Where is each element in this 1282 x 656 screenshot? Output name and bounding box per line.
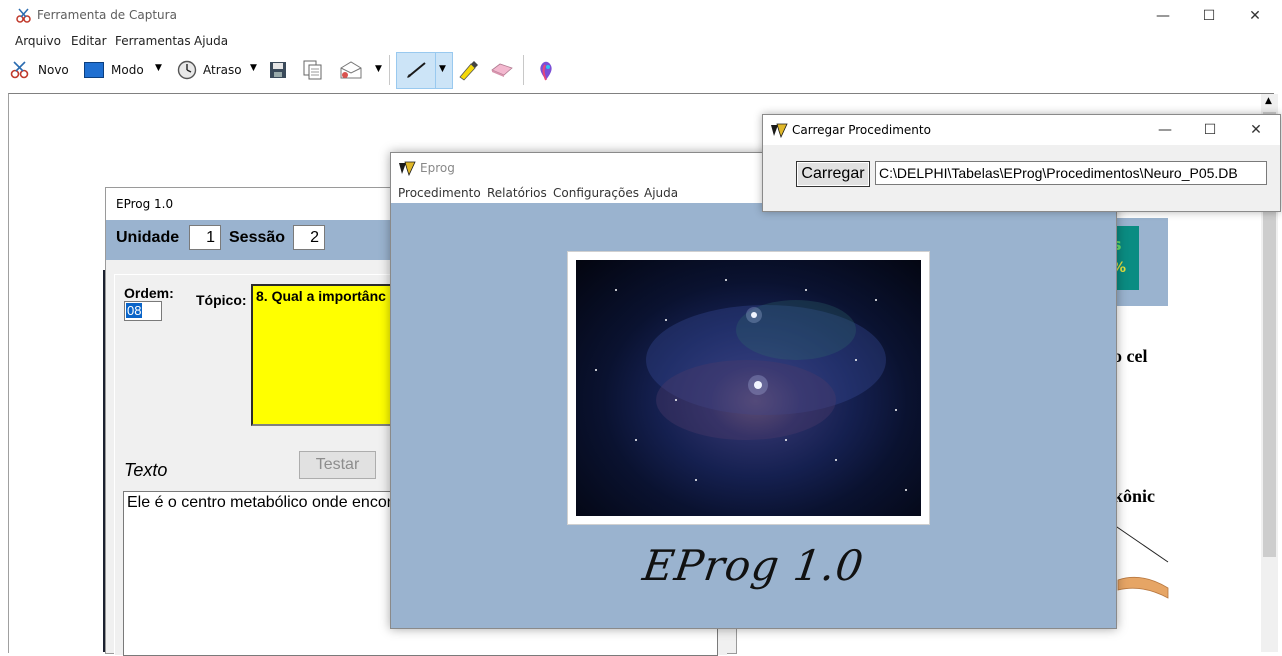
eprog-splash-window: Eprog Procedimento Relatórios Configuraç… bbox=[390, 152, 1117, 629]
minimize-button[interactable]: — bbox=[1142, 115, 1188, 145]
snipping-tool-titlebar: Ferramenta de Captura — ☐ ✕ bbox=[0, 0, 1282, 31]
window-title: Ferramenta de Captura bbox=[37, 8, 177, 22]
ordem-value: 08 bbox=[126, 303, 143, 318]
split-divider bbox=[435, 53, 436, 88]
paint3d-icon[interactable] bbox=[537, 60, 555, 82]
unidade-label: Unidade bbox=[116, 229, 180, 246]
pen-icon bbox=[407, 62, 426, 78]
snipping-toolbar: Novo Modo ▼ Atraso ▼ ▼ ▼ bbox=[0, 51, 1282, 91]
ordem-label: Ordem: bbox=[124, 285, 174, 301]
menu-ferramentas[interactable]: Ferramentas bbox=[115, 34, 191, 48]
testar-button[interactable]: Testar bbox=[299, 451, 376, 479]
atraso-label: Atraso bbox=[203, 63, 242, 77]
chevron-down-icon: ▼ bbox=[250, 63, 257, 73]
space-nebula-image bbox=[576, 260, 921, 516]
carregar-procedimento-dialog: Carregar Procedimento — ☐ ✕ Carregar C:\… bbox=[762, 114, 1281, 212]
save-icon[interactable] bbox=[269, 61, 287, 79]
unidade-field[interactable]: 1 bbox=[189, 225, 221, 250]
texto-label: Texto bbox=[124, 460, 168, 480]
pen-tool-button[interactable]: ▼ bbox=[396, 52, 453, 89]
procedure-path-field[interactable]: C:\DELPHI\Tabelas\EProg\Procedimentos\Ne… bbox=[875, 161, 1267, 185]
atraso-button[interactable]: Atraso ▼ bbox=[177, 59, 262, 81]
background-text-fragment-1: o cel bbox=[1113, 346, 1148, 366]
rectangle-mode-icon bbox=[84, 62, 104, 78]
close-button[interactable]: ✕ bbox=[1233, 115, 1279, 145]
maximize-button[interactable]: ☐ bbox=[1187, 115, 1233, 145]
minimize-button[interactable]: — bbox=[1140, 0, 1186, 31]
modo-button[interactable]: Modo ▼ bbox=[84, 59, 164, 81]
chevron-down-icon: ▼ bbox=[439, 64, 446, 74]
splash-image-frame bbox=[567, 251, 930, 525]
chevron-up-icon[interactable]: ▲ bbox=[1265, 96, 1272, 106]
eprog-form-title: EProg 1.0 bbox=[116, 197, 174, 211]
eprog-app-icon bbox=[771, 123, 788, 138]
send-email-icon[interactable] bbox=[339, 60, 363, 80]
toolbar-separator bbox=[523, 55, 524, 85]
ordem-field[interactable]: 08 bbox=[124, 301, 162, 321]
sessao-label: Sessão bbox=[229, 229, 286, 246]
carregar-titlebar: Carregar Procedimento — ☐ ✕ bbox=[763, 115, 1280, 145]
menu-procedimento[interactable]: Procedimento bbox=[398, 186, 481, 200]
menu-editar[interactable]: Editar bbox=[71, 34, 107, 48]
scissors-icon bbox=[10, 61, 29, 79]
close-button[interactable]: ✕ bbox=[1232, 0, 1278, 31]
menu-relatorios[interactable]: Relatórios bbox=[487, 186, 547, 200]
chevron-down-icon: ▼ bbox=[155, 63, 162, 73]
novo-button[interactable]: Novo bbox=[10, 59, 72, 81]
eraser-icon[interactable] bbox=[490, 62, 514, 78]
topico-label: Tópico: bbox=[196, 292, 247, 308]
eprog-brand-title: EProg 1.0 bbox=[639, 541, 868, 590]
menu-configuracoes[interactable]: Configurações bbox=[553, 186, 639, 200]
maximize-button[interactable]: ☐ bbox=[1186, 0, 1232, 31]
carregar-title: Carregar Procedimento bbox=[792, 123, 931, 137]
copy-icon[interactable] bbox=[303, 60, 323, 80]
carregar-button[interactable]: Carregar bbox=[796, 161, 870, 187]
eprog-app-icon bbox=[399, 161, 416, 176]
clock-icon bbox=[177, 60, 197, 80]
menu-ajuda[interactable]: Ajuda bbox=[194, 34, 228, 48]
highlighter-icon[interactable] bbox=[456, 59, 480, 81]
sessao-field[interactable]: 2 bbox=[293, 225, 325, 250]
background-diagram-fragment bbox=[1113, 524, 1169, 599]
scissors-icon bbox=[16, 8, 31, 23]
starfield bbox=[595, 279, 907, 491]
chevron-down-icon[interactable]: ▼ bbox=[375, 64, 382, 74]
modo-label: Modo bbox=[111, 63, 144, 77]
toolbar-separator bbox=[389, 55, 390, 85]
menu-ajuda-eprog[interactable]: Ajuda bbox=[644, 186, 678, 200]
novo-label: Novo bbox=[38, 63, 69, 77]
menu-arquivo[interactable]: Arquivo bbox=[15, 34, 61, 48]
eprog-splash-title: Eprog bbox=[420, 161, 455, 175]
snipping-menubar: Arquivo Editar Ferramentas Ajuda bbox=[0, 31, 1282, 51]
background-text-fragment-2: kônic bbox=[1113, 486, 1156, 506]
